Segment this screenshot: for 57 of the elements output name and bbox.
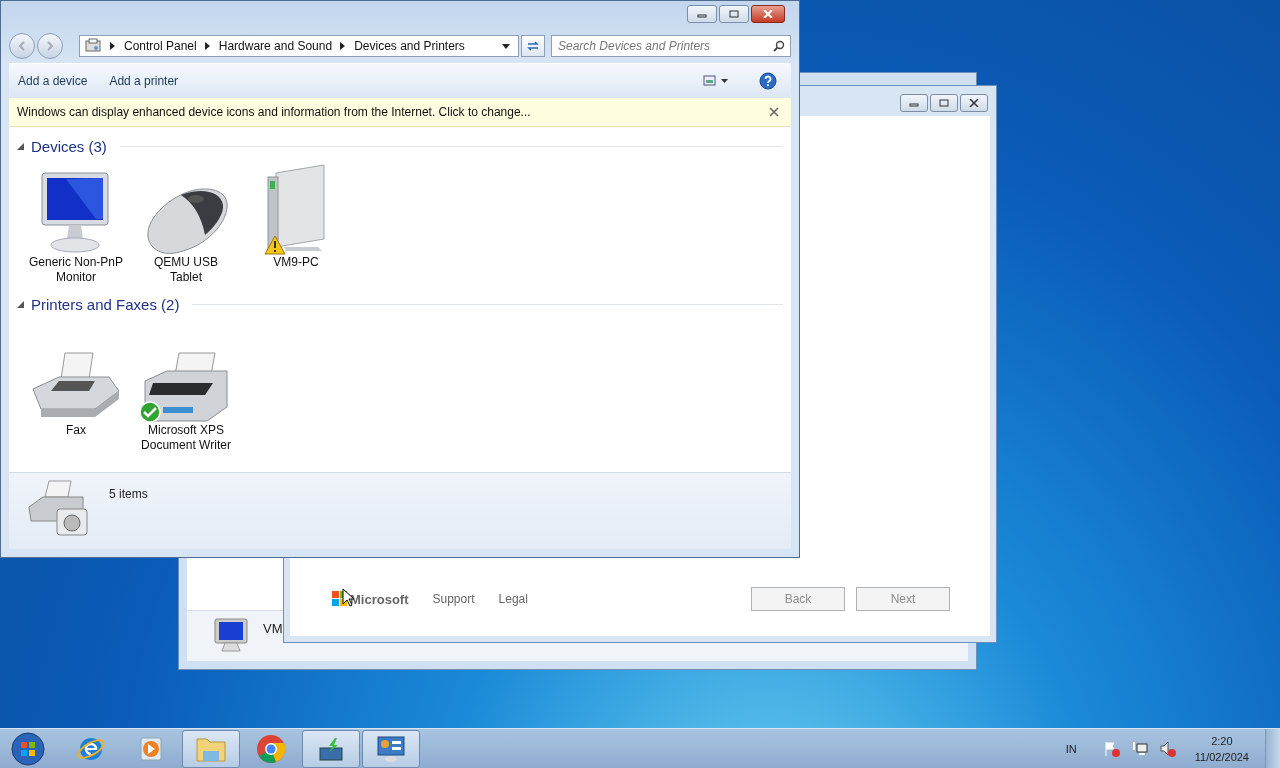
language-indicator[interactable]: IN: [1065, 742, 1077, 755]
info-bar-text[interactable]: Windows can display enhanced device icons and information from the Internet. Click to change...: [17, 105, 531, 119]
logo-text: Microsoft: [350, 591, 409, 607]
view-options-icon: [703, 75, 729, 87]
breadcrumb-item[interactable]: Devices and Printers: [354, 39, 465, 53]
search-field[interactable]: Search Devices and Printers: [551, 35, 791, 57]
info-bar[interactable]: Windows can display enhanced device icons and information from the Internet. Click to change...: [9, 98, 791, 127]
close-icon: [763, 10, 773, 18]
close-button[interactable]: [751, 5, 785, 23]
breadcrumb-item[interactable]: Hardware and Sound: [218, 39, 333, 53]
minimize-button[interactable]: [687, 5, 717, 23]
clock-time[interactable]: 2:20: [1211, 732, 1233, 749]
flag-error-icon[interactable]: [1102, 739, 1121, 758]
network-icon[interactable]: [1130, 739, 1149, 758]
footer-link[interactable]: Support: [432, 592, 475, 606]
taskbar-app-button[interactable]: [182, 729, 240, 768]
taskbar-app-button[interactable]: [362, 729, 420, 768]
device-label[interactable]: Microsoft XPS Document Writer: [136, 423, 236, 453]
refresh-icon: [526, 40, 540, 52]
refresh-button[interactable]: [521, 35, 545, 57]
chevron-right-icon: [110, 42, 116, 50]
close-icon: [969, 99, 979, 107]
item-count: 5 items: [109, 487, 148, 501]
device-label[interactable]: VM9-PC: [246, 255, 346, 270]
expanded-icon[interactable]: [17, 142, 24, 150]
play-icon: [138, 735, 164, 762]
close-icon[interactable]: [769, 107, 779, 117]
download-arrow-icon: [317, 735, 345, 762]
expanded-icon[interactable]: [17, 300, 24, 308]
help-icon: [759, 72, 777, 90]
chrome-icon: [256, 733, 286, 764]
arrow-left-icon: [16, 40, 28, 52]
control-panel-icon: [84, 38, 102, 54]
address-bar[interactable]: Control Panel Hardware and Sound Devices and Printers: [79, 35, 519, 57]
arrow-right-icon: [44, 40, 56, 52]
clock-date[interactable]: 11/02/2024: [1194, 748, 1249, 765]
command-button[interactable]: Add a printer: [100, 70, 188, 92]
device-name: VM: [263, 621, 283, 636]
command-button[interactable]: Add a device: [9, 70, 97, 92]
group-header[interactable]: Printers and Faxes (2): [31, 295, 180, 313]
device-label[interactable]: QEMU USB Tablet: [146, 255, 226, 285]
device-label[interactable]: Fax: [26, 423, 126, 438]
chevron-right-icon: [204, 42, 211, 50]
footer-link[interactable]: Legal: [498, 592, 528, 606]
close-button[interactable]: [960, 94, 988, 112]
device-label[interactable]: Generic Non-PnP Monitor: [26, 255, 126, 285]
taskbar-app-button[interactable]: [302, 729, 360, 768]
maximize-icon: [939, 99, 949, 107]
minimize-button[interactable]: [900, 94, 928, 112]
chevron-right-icon: [340, 42, 347, 50]
search-icon: [773, 40, 785, 52]
control-panel-icon: [376, 734, 406, 763]
speaker-muted-icon[interactable]: [1158, 739, 1177, 758]
maximize-icon: [729, 10, 739, 18]
breadcrumb-item[interactable]: Control Panel: [124, 39, 197, 53]
dropdown-icon[interactable]: [502, 43, 510, 49]
group-header[interactable]: Devices (3): [31, 137, 107, 155]
